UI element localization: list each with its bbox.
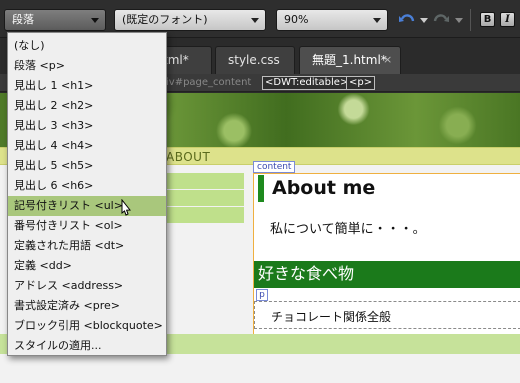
- menu-item-h5[interactable]: 見出し 5 <h5>: [8, 156, 166, 176]
- chevron-down-icon: [373, 18, 381, 23]
- toolbar-divider: [470, 9, 471, 31]
- menu-item-address[interactable]: アドレス <address>: [8, 276, 166, 296]
- bold-button[interactable]: B: [480, 12, 495, 27]
- tab-label: 無題_1.html*: [312, 53, 387, 67]
- tab-style-css[interactable]: style.css: [215, 46, 295, 74]
- chevron-down-icon: [251, 18, 259, 23]
- selected-paragraph[interactable]: チョコレート関係全般: [254, 301, 520, 329]
- close-icon[interactable]: ×: [383, 47, 392, 73]
- tab-untitled-1[interactable]: 無題_1.html* ×: [299, 46, 401, 74]
- tag-crumb-page-content[interactable]: iv#page_content: [166, 77, 251, 88]
- menu-item-definition-term[interactable]: 定義された用語 <dt>: [8, 236, 166, 256]
- menu-item-h1[interactable]: 見出し 1 <h1>: [8, 76, 166, 96]
- menu-item-unordered-list[interactable]: 記号付きリスト <ul>: [8, 196, 166, 216]
- font-dropdown[interactable]: (既定のフォント): [114, 9, 266, 31]
- tag-crumb-editable[interactable]: <DWT:editable>: [262, 76, 352, 90]
- p-element-label[interactable]: p: [256, 289, 268, 301]
- favorite-food-heading[interactable]: 好きな食べ物: [254, 261, 520, 288]
- menu-item-h6[interactable]: 見出し 6 <h6>: [8, 176, 166, 196]
- italic-button[interactable]: I: [500, 12, 515, 27]
- undo-icon[interactable]: [398, 11, 416, 29]
- sidebar-row: [166, 173, 244, 190]
- redo-icon[interactable]: [432, 11, 450, 29]
- content-region-label[interactable]: content: [253, 161, 296, 173]
- chevron-down-icon: [91, 18, 99, 23]
- menu-item-paragraph[interactable]: 段落 <p>: [8, 56, 166, 76]
- menu-item-blockquote[interactable]: ブロック引用 <blockquote>: [8, 316, 166, 336]
- format-dropdown[interactable]: 段落: [4, 9, 106, 31]
- menu-item-h2[interactable]: 見出し 2 <h2>: [8, 96, 166, 116]
- font-size-value: 90%: [284, 13, 309, 26]
- content-editable-region[interactable]: About me 私について簡単に・・・。 好きな食べ物 p チョコレート関係全…: [253, 173, 520, 346]
- tag-crumb-p[interactable]: <p>: [346, 76, 376, 90]
- menu-item-h4[interactable]: 見出し 4 <h4>: [8, 136, 166, 156]
- undo-menu-caret[interactable]: [420, 18, 428, 23]
- font-dropdown-value: (既定のフォント): [122, 13, 208, 26]
- about-heading[interactable]: About me: [258, 175, 520, 202]
- menu-item-definition[interactable]: 定義 <dd>: [8, 256, 166, 276]
- menu-item-apply-style[interactable]: スタイルの適用...: [8, 336, 166, 356]
- redo-menu-caret[interactable]: [455, 18, 463, 23]
- menu-item-preformatted[interactable]: 書式設定済み <pre>: [8, 296, 166, 316]
- font-size-dropdown[interactable]: 90%: [276, 9, 388, 31]
- mouse-pointer-icon: [121, 199, 131, 216]
- sidebar-row: [166, 207, 244, 224]
- format-dropdown-value: 段落: [12, 13, 34, 26]
- format-dropdown-menu: (なし) 段落 <p> 見出し 1 <h1> 見出し 2 <h2> 見出し 3 …: [7, 32, 167, 356]
- tab-label: style.css: [228, 53, 280, 67]
- sidebar-row: [166, 190, 244, 207]
- intro-paragraph[interactable]: 私について簡単に・・・。: [270, 218, 426, 237]
- sidebar-list: [166, 173, 244, 224]
- paragraph-text[interactable]: チョコレート関係全般: [271, 308, 391, 325]
- nav-about-link[interactable]: ABOUT: [166, 150, 210, 164]
- menu-item-h3[interactable]: 見出し 3 <h3>: [8, 116, 166, 136]
- menu-item-ordered-list[interactable]: 番号付きリスト <ol>: [8, 216, 166, 236]
- menu-item-none[interactable]: (なし): [8, 36, 166, 56]
